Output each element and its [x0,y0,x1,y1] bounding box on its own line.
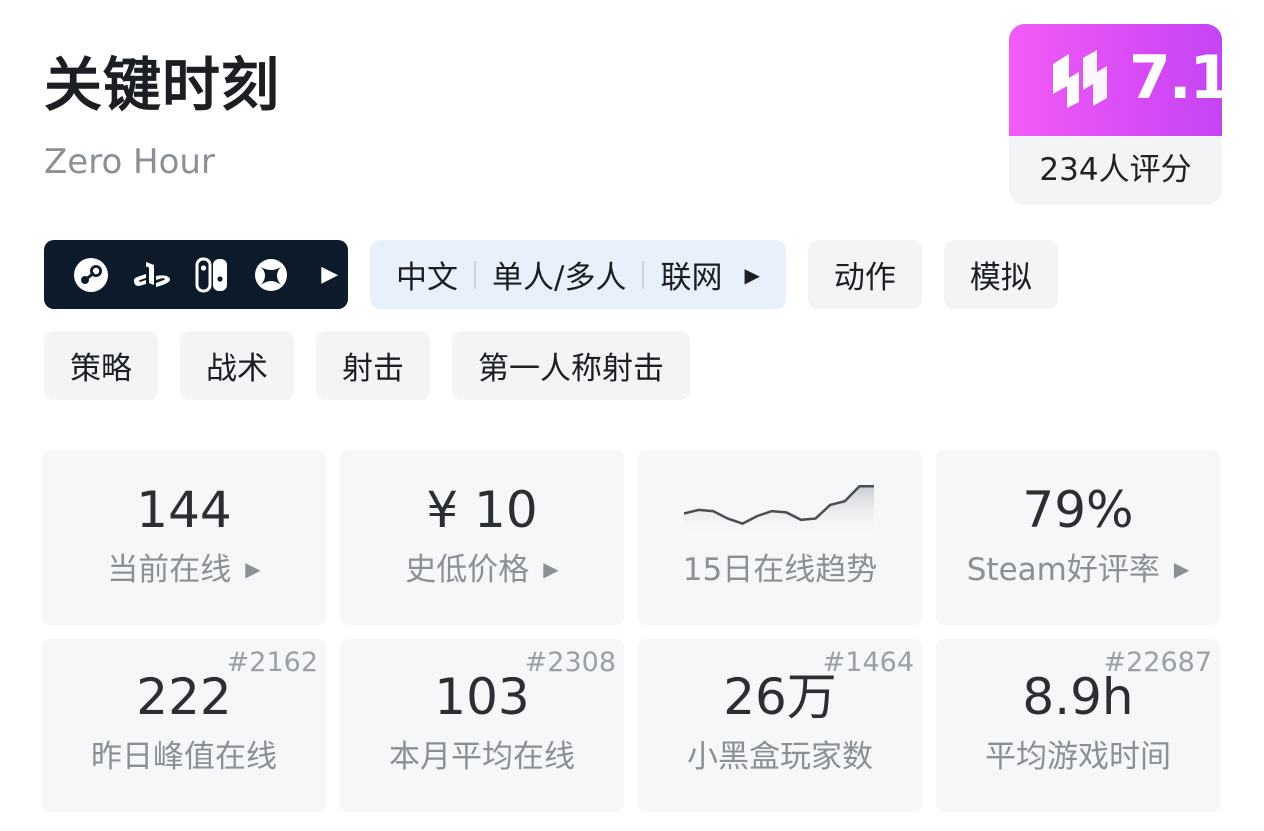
stat-label: 本月平均在线 [389,739,575,775]
divider [474,260,476,289]
stat-heybox-players[interactable]: #1464 26万 小黑盒玩家数 [638,639,922,812]
stat-label: 15日在线趋势 [682,552,878,588]
tag-strategy[interactable]: 策略 [44,331,158,400]
tag-fps[interactable]: 第一人称射击 [452,331,690,400]
switch-icon [194,255,231,295]
stat-value: 144 [136,481,232,539]
heybox-logo-icon [1053,50,1107,108]
stat-value: ¥ 10 [426,481,538,539]
stat-label: Steam好评率 ▶ [936,550,1220,592]
stat-label: 平均游戏时间 [985,739,1171,775]
xbox-icon [253,255,290,295]
score-count: 234人评分 [1039,152,1192,188]
chevron-right-icon: ▶ [543,556,559,581]
stat-value: 26万 [723,668,837,726]
chevron-right-icon: ▶ [744,262,760,287]
tag-tactics[interactable]: 战术 [180,331,294,400]
stat-online-now[interactable]: 144 当前在线 ▶ [42,450,326,625]
steam-icon [72,255,110,295]
game-subtitle: Zero Hour [44,142,215,182]
tag-simulation[interactable]: 模拟 [943,240,1058,309]
stat-value: 8.9h [1022,668,1134,726]
chevron-right-icon: ▶ [245,556,261,581]
score-value: 7.1 [1129,43,1222,113]
stat-month-average[interactable]: #2308 103 本月平均在线 [340,639,624,812]
stat-label: 史低价格 ▶ [340,550,624,592]
tag-shooter[interactable]: 射击 [316,331,430,400]
features-pill[interactable]: 中文 单人/多人 联网 ▶ [370,240,786,309]
stat-value: 79% [1022,481,1134,539]
stat-label: 小黑盒玩家数 [687,739,873,775]
chevron-right-icon: ▶ [321,262,339,287]
stat-value: 103 [434,668,530,726]
tag-action[interactable]: 动作 [807,240,922,309]
score-badge: 7.1 [1009,24,1222,136]
stat-avg-playtime[interactable]: #22687 8.9h 平均游戏时间 [936,639,1220,812]
feature-online: 联网 [660,260,723,296]
stat-online-trend[interactable]: 15日在线趋势 [638,450,922,625]
stats-grid: 144 当前在线 ▶ ¥ 10 史低价格 ▶ 15日在线趋势 79% Steam好评… [42,450,1220,812]
chevron-right-icon: ▶ [1173,556,1190,581]
playstation-icon [132,255,172,295]
feature-language: 中文 [396,260,458,296]
divider [642,260,645,289]
score-card[interactable]: 7.1 234人评分 [1009,24,1222,205]
trend-sparkline [684,484,874,536]
stat-value: 222 [136,668,232,726]
feature-players: 单人/多人 [492,260,627,296]
stat-lowest-price[interactable]: ¥ 10 史低价格 ▶ [340,450,624,625]
stat-yesterday-peak[interactable]: #2162 222 昨日峰值在线 [42,639,326,812]
stat-steam-rating[interactable]: 79% Steam好评率 ▶ [936,450,1220,625]
stat-label: 昨日峰值在线 [91,739,277,775]
platforms-pill[interactable]: ▶ [44,240,348,309]
stat-label: 当前在线 ▶ [42,550,326,592]
game-title: 关键时刻 [44,51,281,119]
